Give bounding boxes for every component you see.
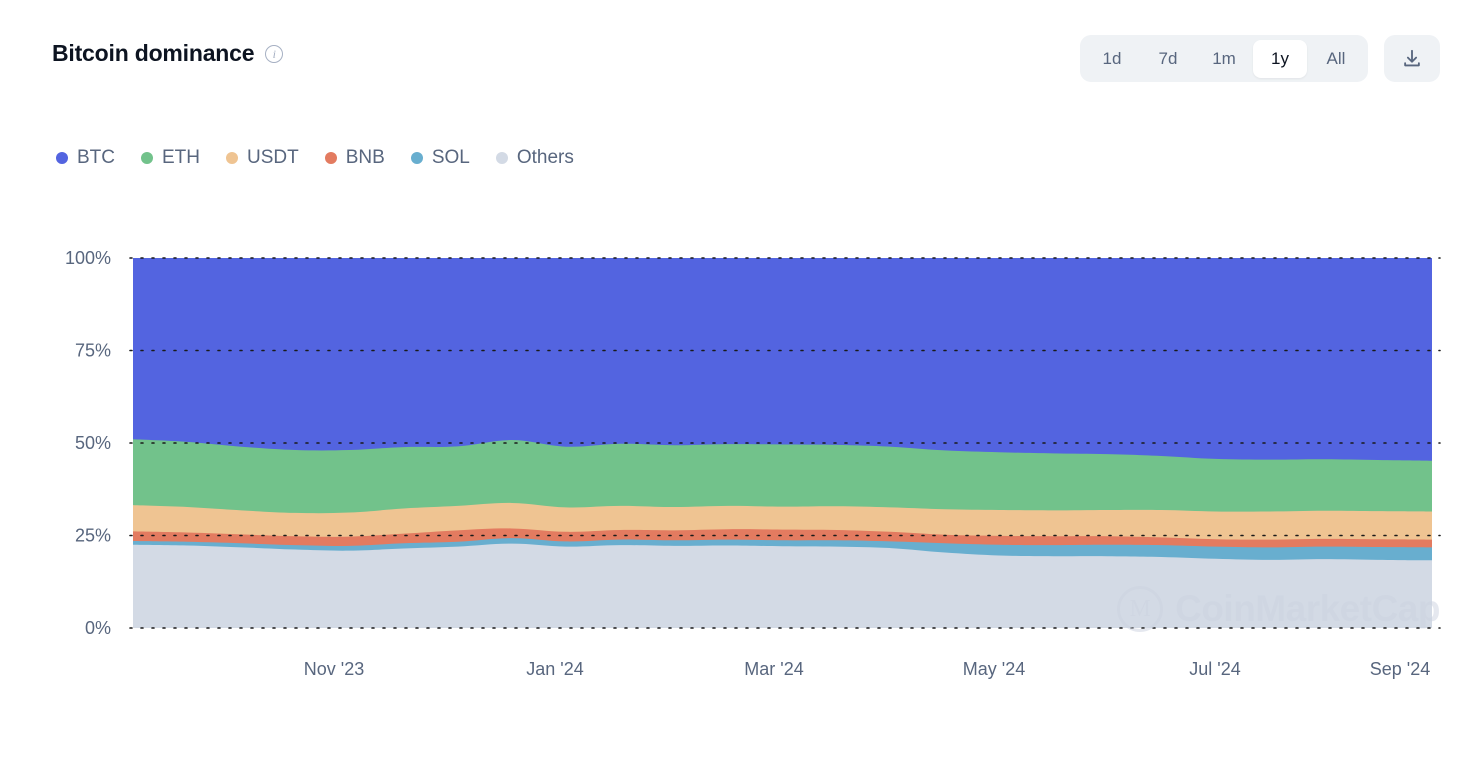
x-axis-tick-label: Jul '24: [1189, 659, 1240, 679]
legend-label: ETH: [162, 147, 200, 168]
x-axis-tick-label: Mar '24: [744, 659, 803, 679]
page-title: Bitcoin dominance: [52, 40, 255, 66]
coinmarketcap-watermark: M CoinMarketCap: [1117, 586, 1440, 632]
y-axis-tick-label: 75%: [75, 341, 111, 361]
legend-label: Others: [516, 147, 574, 168]
legend-label: SOL: [431, 147, 470, 168]
legend-item-bnb[interactable]: BNB: [324, 147, 385, 168]
stacked-area-chart: 0% 25% 50% 75% 100% Nov '23 Jan '24 Mar '24 May …: [65, 248, 1441, 679]
legend-item-btc[interactable]: BTC: [56, 148, 115, 167]
legend-dot-others-icon: [495, 151, 508, 164]
range-button-1y[interactable]: 1y: [1253, 39, 1307, 78]
legend-dot-bnb-icon: [324, 151, 337, 164]
download-button[interactable]: [1384, 35, 1440, 82]
time-range-selector[interactable]: 1d 7d 1m 1y All: [1080, 35, 1368, 82]
legend-item-others[interactable]: Others: [495, 147, 574, 168]
bitcoin-dominance-chart-page: Bitcoin dominance i 1d 7d 1m 1y All BTC ETH US…: [0, 0, 1476, 760]
x-axis-tick-label: Nov '23: [304, 659, 364, 679]
page-title-wrap: Bitcoin dominance i: [52, 40, 284, 66]
area-band-usdt: [133, 502, 1432, 628]
chart-header: Bitcoin dominance i 1d 7d 1m 1y All: [0, 0, 1476, 110]
y-axis-tick-label: 0%: [85, 618, 111, 638]
x-axis-tick-label: Jan '24: [526, 659, 583, 679]
legend-item-eth[interactable]: ETH: [141, 148, 200, 167]
watermark-text: CoinMarketCap: [1175, 588, 1440, 629]
legend-item-sol[interactable]: SOL: [410, 147, 470, 168]
legend-label: BNB: [345, 147, 385, 168]
legend-dot-usdt-icon: [226, 151, 238, 164]
chart-legend: BTC ETH USDT BNB SOL Others: [56, 148, 574, 167]
area-band-bnb: [133, 528, 1432, 628]
area-band-eth: [133, 439, 1432, 628]
range-button-1d[interactable]: 1d: [1085, 40, 1139, 78]
y-axis-tick-label: 100%: [65, 248, 111, 268]
info-icon[interactable]: i: [265, 44, 284, 63]
y-axis-tick-label: 25%: [75, 526, 111, 546]
chart-area: 0% 25% 50% 75% 100% Nov '23 Jan '24 Mar '24 May …: [0, 0, 1476, 760]
legend-dot-eth-icon: [141, 151, 153, 164]
legend-label: BTC: [77, 147, 115, 168]
range-button-all[interactable]: All: [1309, 40, 1363, 78]
area-band-others: [133, 543, 1432, 628]
legend-dot-sol-icon: [410, 151, 423, 164]
y-axis-tick-label: 50%: [75, 433, 111, 453]
legend-dot-btc-icon: [56, 151, 68, 164]
range-button-7d[interactable]: 7d: [1141, 40, 1195, 78]
area-band-sol: [133, 538, 1432, 628]
x-axis-tick-label: Sep '24: [1370, 659, 1431, 679]
watermark-logo-icon: M: [1117, 586, 1164, 632]
legend-item-usdt[interactable]: USDT: [226, 148, 299, 167]
area-band-btc: [133, 258, 1432, 628]
range-button-1m[interactable]: 1m: [1197, 40, 1251, 78]
x-axis-tick-label: May '24: [963, 659, 1025, 679]
legend-label: USDT: [247, 147, 299, 168]
download-icon: [1401, 48, 1423, 70]
